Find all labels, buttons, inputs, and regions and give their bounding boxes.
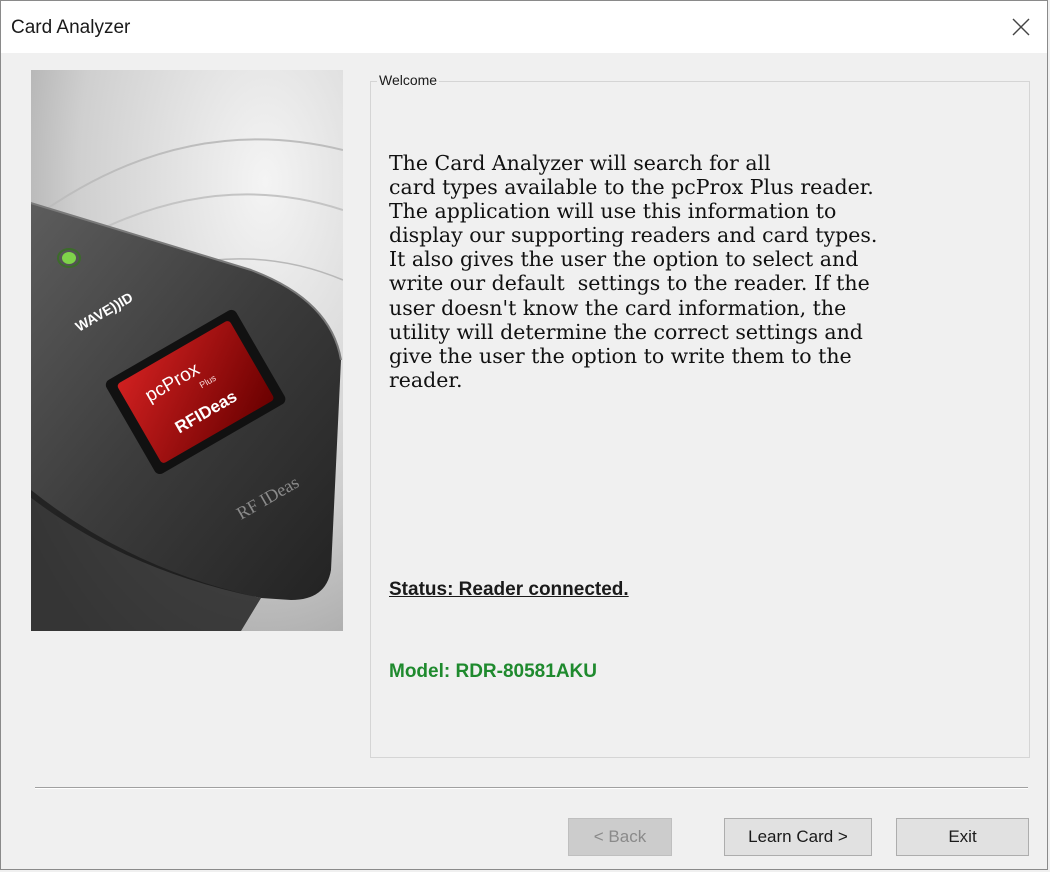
welcome-group-label: Welcome [377, 72, 440, 88]
reader-product-image: WAVE))ID pcProx Plus RFIDeas RF IDeas [31, 70, 343, 631]
card-analyzer-window: Card Analyzer WAVE))ID pcProx Plus RFIDe… [0, 0, 1048, 870]
learn-card-button[interactable]: Learn Card > [724, 818, 872, 856]
welcome-description: The Card Analyzer will search for all ca… [389, 151, 878, 392]
window-title: Card Analyzer [11, 17, 131, 38]
footer-divider [35, 787, 1028, 789]
model-text: Model: RDR-80581AKU [389, 661, 597, 682]
back-button[interactable]: < Back [568, 818, 672, 856]
close-button[interactable] [995, 1, 1047, 53]
close-icon [1012, 18, 1030, 36]
title-bar: Card Analyzer [1, 1, 1047, 53]
status-text: Status: Reader connected. [389, 579, 629, 600]
exit-button[interactable]: Exit [896, 818, 1029, 856]
